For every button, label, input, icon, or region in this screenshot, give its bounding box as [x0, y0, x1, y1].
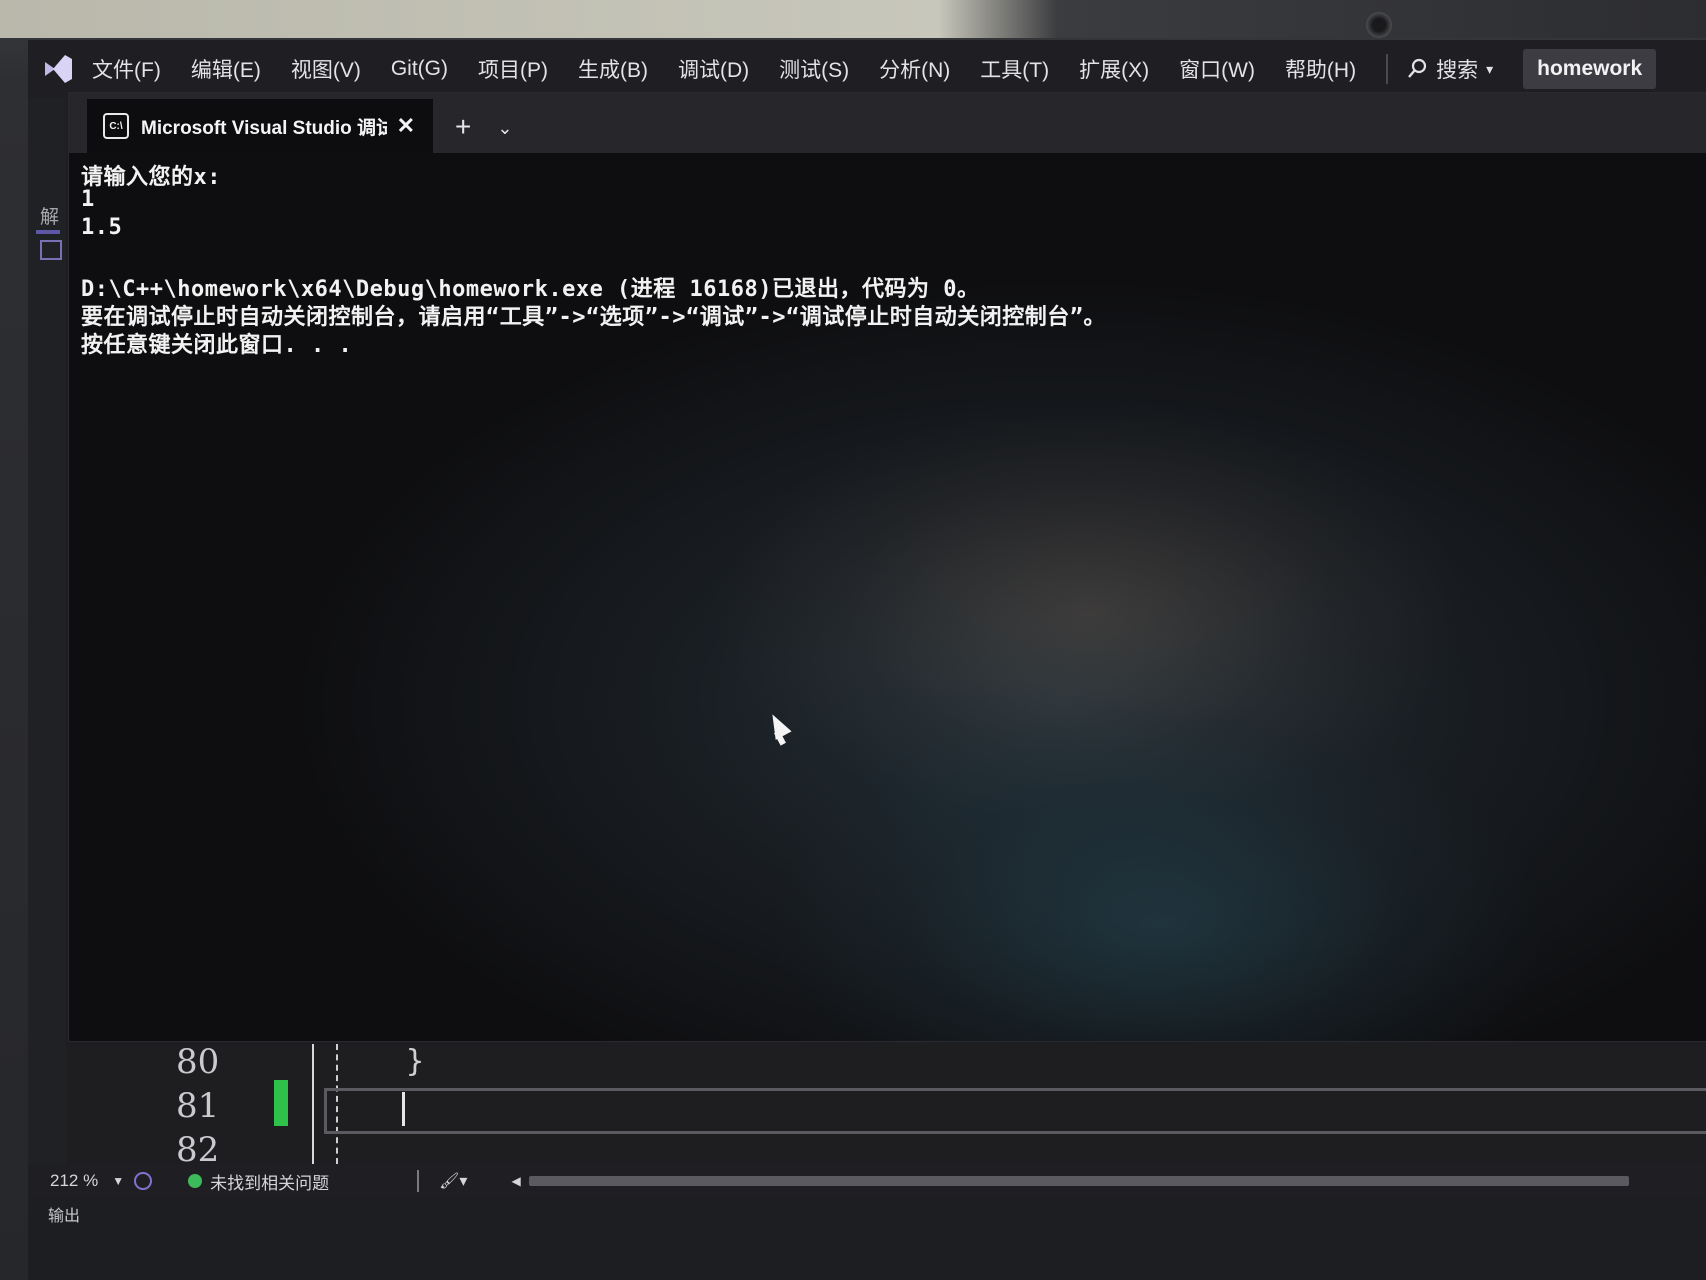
console-tab[interactable]: C:\ Microsoft Visual Studio 调试 ✕ — [87, 99, 433, 153]
console-line-prompt: 请输入您的x: — [81, 165, 221, 190]
menu-file[interactable]: 文件(F) — [92, 54, 161, 84]
screen: 文件(F) 编辑(E) 视图(V) Git(G) 项目(P) 生成(B) 调试(… — [28, 40, 1706, 1280]
check-circle-icon — [188, 1174, 203, 1188]
console-line-input: 1 — [81, 187, 95, 212]
webcam — [1366, 12, 1392, 38]
console-output[interactable]: 请输入您的x: 1 1.5 D:\C++\homework\x64\Debug\… — [69, 153, 1706, 1041]
scroll-left-icon[interactable]: ◀ — [511, 1174, 520, 1188]
menu-extensions[interactable]: 扩展(X) — [1079, 54, 1149, 84]
text-caret — [402, 1092, 405, 1126]
project-name-badge[interactable]: homework — [1523, 49, 1657, 89]
search-icon — [1408, 58, 1427, 78]
chevron-down-icon[interactable]: ⌄ — [497, 118, 512, 139]
line-number: 80 — [176, 1042, 220, 1082]
menu-separator — [1386, 54, 1389, 84]
console-line-press-key: 按任意键关闭此窗口. . . — [81, 333, 353, 358]
zoom-level[interactable]: 212 % — [50, 1171, 98, 1191]
visual-studio-logo-icon[interactable] — [38, 49, 78, 89]
active-panel-indicator — [36, 230, 60, 234]
menu-help[interactable]: 帮助(H) — [1285, 54, 1356, 84]
terminal-icon: C:\ — [103, 113, 129, 139]
issues-status[interactable]: 未找到相关问题 — [210, 1169, 329, 1194]
editor-margin — [312, 1044, 314, 1164]
menu-build[interactable]: 生成(B) — [578, 54, 648, 84]
bezel-top — [0, 0, 1706, 38]
debug-console-window: C:\ Microsoft Visual Studio 调试 ✕ + ⌄ 请输入… — [68, 92, 1706, 1042]
current-line-highlight — [324, 1088, 1706, 1134]
console-line-result: 1.5 — [81, 215, 123, 240]
change-indicator — [274, 1080, 288, 1126]
close-icon[interactable]: ✕ — [397, 113, 415, 139]
line-number: 81 — [176, 1086, 220, 1126]
menu-view[interactable]: 视图(V) — [291, 54, 361, 84]
panel-image-icon[interactable] — [40, 240, 62, 260]
status-separator — [417, 1170, 420, 1192]
search-button[interactable]: 搜索 ▾ — [1406, 54, 1493, 84]
search-label: 搜索 — [1436, 59, 1479, 82]
horizontal-scrollbar[interactable] — [528, 1176, 1629, 1186]
code-editor[interactable]: 80 81 82 } — [66, 1042, 1706, 1170]
menu-test[interactable]: 测试(S) — [779, 54, 849, 84]
code-line[interactable]: } — [406, 1044, 424, 1079]
copilot-icon[interactable] — [134, 1172, 153, 1190]
menu-analyze[interactable]: 分析(N) — [879, 54, 950, 84]
chevron-down-icon[interactable]: ▼ — [112, 1174, 124, 1188]
menu-window[interactable]: 窗口(W) — [1179, 54, 1255, 84]
status-bar: 212 % ▼ 未找到相关问题 🖌▾ ◀ — [28, 1164, 1706, 1198]
chevron-down-icon: ▾ — [1486, 60, 1494, 77]
menu-git[interactable]: Git(G) — [391, 57, 448, 81]
menu-tools[interactable]: 工具(T) — [980, 54, 1049, 84]
menu-edit[interactable]: 编辑(E) — [191, 54, 261, 84]
menu-bar: 文件(F) 编辑(E) 视图(V) Git(G) 项目(P) 生成(B) 调试(… — [28, 40, 1706, 98]
new-tab-icon[interactable]: + — [455, 111, 471, 143]
solution-explorer-sliver: 解 — [28, 98, 66, 1178]
solution-explorer-label[interactable]: 解 — [40, 202, 59, 229]
code-cleanup-icon[interactable]: 🖌▾ — [439, 1171, 467, 1191]
console-tab-strip: C:\ Microsoft Visual Studio 调试 ✕ + ⌄ — [69, 93, 1706, 153]
menu-debug[interactable]: 调试(D) — [678, 54, 749, 84]
console-tab-title: Microsoft Visual Studio 调试 — [141, 117, 387, 139]
menu-project[interactable]: 项目(P) — [478, 54, 548, 84]
output-panel-tab[interactable]: 输出 — [48, 1202, 80, 1226]
